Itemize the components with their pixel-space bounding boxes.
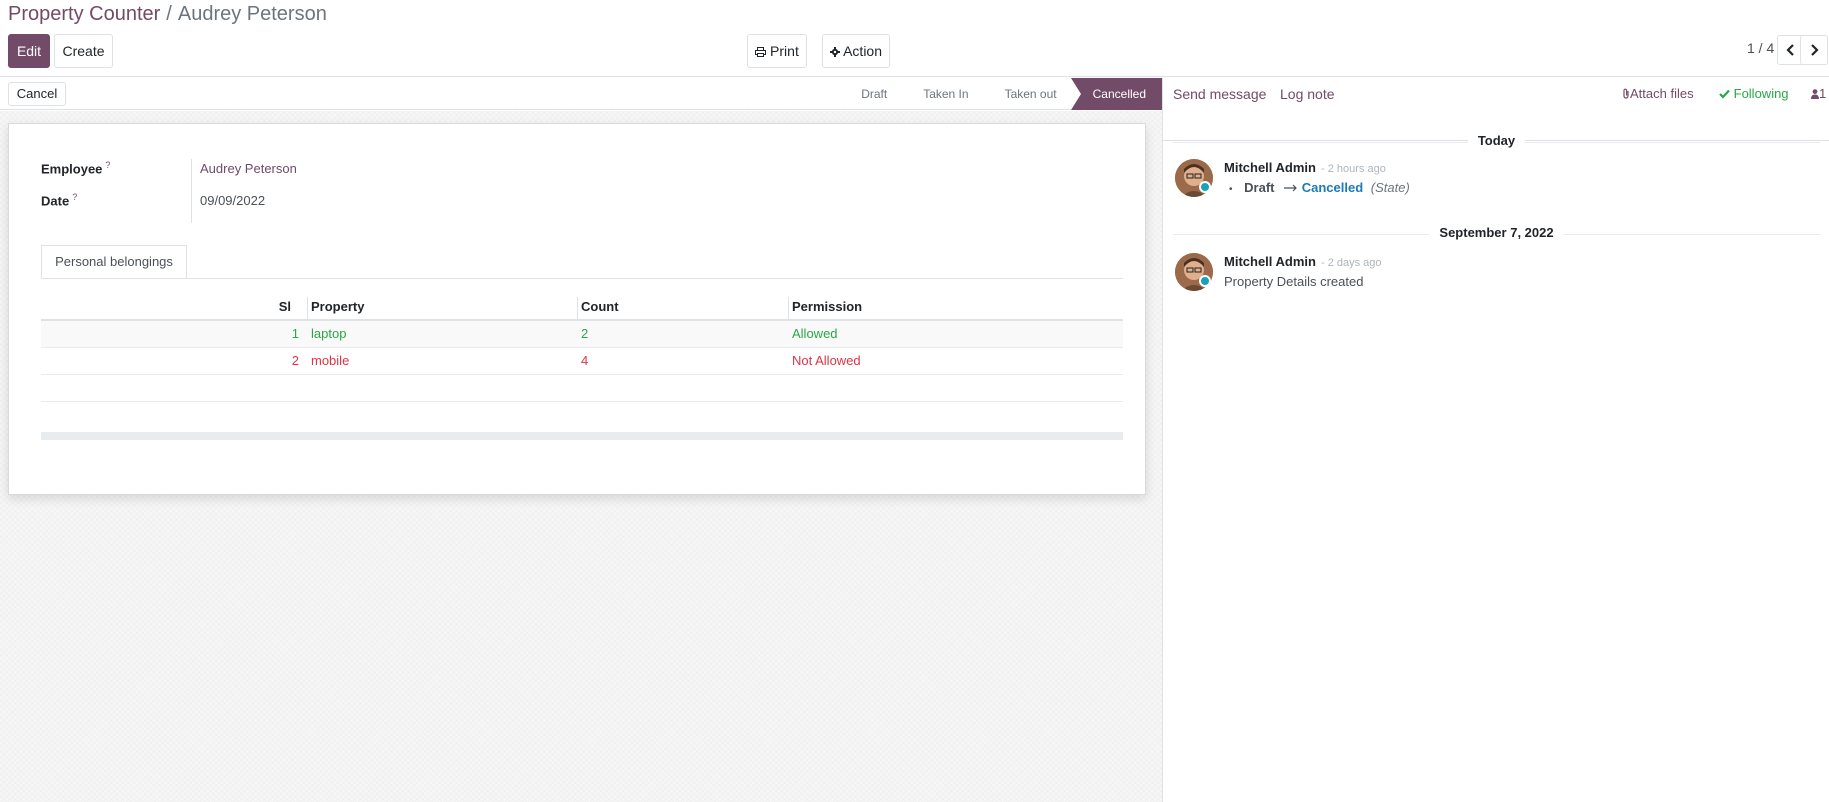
pager-value[interactable]: 1 / 4 (1747, 40, 1774, 56)
arrow-right-icon (1284, 184, 1297, 192)
breadcrumb-separator: / (166, 3, 172, 25)
paperclip-icon (1623, 88, 1629, 99)
table-row[interactable]: 1 laptop 2 Allowed (41, 320, 1123, 348)
message-body: Property Details created (1224, 274, 1364, 289)
log-note-button[interactable]: Log note (1280, 86, 1335, 102)
status-step-draft[interactable]: Draft (839, 78, 901, 110)
pager-next-button[interactable] (1800, 35, 1828, 65)
breadcrumb: Property Counter / Audrey Peterson (8, 2, 327, 26)
employee-link[interactable]: Audrey Peterson (200, 161, 297, 176)
chevron-left-icon (1786, 44, 1794, 56)
date-separator: September 7, 2022 (1163, 224, 1829, 244)
cell-sl: 2 (41, 347, 307, 375)
table-header-row: Sl Property Count Permission (41, 293, 1123, 321)
bullet: • (1229, 184, 1233, 195)
followers-button[interactable]: 1 (1811, 86, 1826, 101)
check-icon (1719, 89, 1730, 99)
following-label: Following (1733, 86, 1789, 101)
create-button[interactable]: Create (54, 34, 113, 68)
message-author[interactable]: Mitchell Admin (1224, 160, 1316, 175)
date-value: 09/09/2022 (200, 193, 266, 208)
followers-count: 1 (1819, 86, 1827, 101)
breadcrumb-parent-link[interactable]: Property Counter (8, 3, 160, 25)
date-separator-label: Today (1467, 133, 1526, 148)
message-author[interactable]: Mitchell Admin (1224, 254, 1316, 269)
column-header-sl[interactable]: Sl (41, 293, 307, 321)
empty-row (41, 374, 1123, 402)
table-row[interactable]: 2 mobile 4 Not Allowed (41, 347, 1123, 375)
message-date: - 2 days ago (1321, 257, 1382, 269)
status-step-label: Taken In (923, 87, 969, 101)
date-label: Date? (41, 192, 78, 209)
help-tooltip-icon[interactable]: ? (72, 192, 77, 202)
edit-button[interactable]: Edit (8, 34, 50, 68)
gear-icon (829, 47, 840, 57)
print-button-label: Print (770, 43, 799, 59)
horizontal-scrollbar[interactable] (41, 432, 1123, 440)
statusbar: Cancel Draft Taken In Taken out Cancelle… (0, 78, 1162, 110)
form-sheet: Employee? Date? Audrey Peterson 09/09/20… (8, 123, 1146, 495)
employee-label: Employee? (41, 160, 111, 177)
send-message-button[interactable]: Send message (1173, 86, 1266, 102)
cell-property: laptop (307, 320, 577, 348)
status-steps: Draft Taken In Taken out Cancelled (839, 78, 1162, 110)
print-button[interactable]: Print (747, 34, 807, 68)
column-header-property[interactable]: Property (307, 293, 577, 321)
action-button-label: Action (843, 43, 883, 59)
cell-property: mobile (307, 347, 577, 375)
date-separator-label: September 7, 2022 (1429, 225, 1564, 240)
printer-icon (755, 47, 767, 57)
cell-count: 2 (577, 320, 788, 348)
breadcrumb-current: Audrey Peterson (177, 3, 327, 25)
help-tooltip-icon[interactable]: ? (105, 160, 110, 170)
column-header-permission[interactable]: Permission (788, 293, 1123, 321)
tab-personal-belongings[interactable]: Personal belongings (41, 245, 187, 279)
status-step-label: Taken out (1004, 87, 1057, 101)
chevron-right-icon (1811, 44, 1819, 56)
cell-count: 4 (577, 347, 788, 375)
cell-permission: Not Allowed (788, 347, 1123, 375)
attach-files-button[interactable]: Attach files (1622, 86, 1694, 101)
attach-files-label: Attach files (1630, 86, 1694, 101)
status-step-label: Cancelled (1092, 87, 1146, 101)
tracking-value-item: • Draft Cancelled (State) (1229, 180, 1410, 195)
date-separator: Today (1163, 132, 1829, 152)
tracking-field-name: (State) (1370, 180, 1410, 195)
message-date: - 2 hours ago (1321, 163, 1386, 175)
cancel-button[interactable]: Cancel (8, 82, 66, 106)
tab-underline (41, 278, 1123, 279)
belongings-table: Sl Property Count Permission 1 laptop 2 … (41, 293, 1123, 402)
online-status-dot (1199, 275, 1211, 287)
tracking-new-value: Cancelled (1301, 180, 1364, 195)
user-icon (1811, 89, 1819, 99)
chatter-panel: Send message Log note Attach files Follo… (1162, 78, 1829, 802)
cell-sl: 1 (41, 320, 307, 348)
field-divider (191, 159, 192, 223)
control-panel: Property Counter / Audrey Peterson Edit Cr… (0, 0, 1829, 77)
online-status-dot (1199, 181, 1211, 193)
following-button[interactable]: Following (1719, 86, 1789, 101)
status-step-taken-in[interactable]: Taken In (901, 78, 982, 110)
status-step-taken-out[interactable]: Taken out (983, 78, 1071, 110)
status-step-label: Draft (861, 87, 888, 101)
tracking-old-value: Draft (1244, 180, 1275, 195)
action-button[interactable]: Action (822, 34, 890, 68)
status-step-cancelled[interactable]: Cancelled (1070, 78, 1162, 110)
chatter-topbar: Send message Log note Attach files Follo… (1163, 78, 1829, 110)
cell-permission: Allowed (788, 320, 1123, 348)
column-header-count[interactable]: Count (577, 293, 788, 321)
